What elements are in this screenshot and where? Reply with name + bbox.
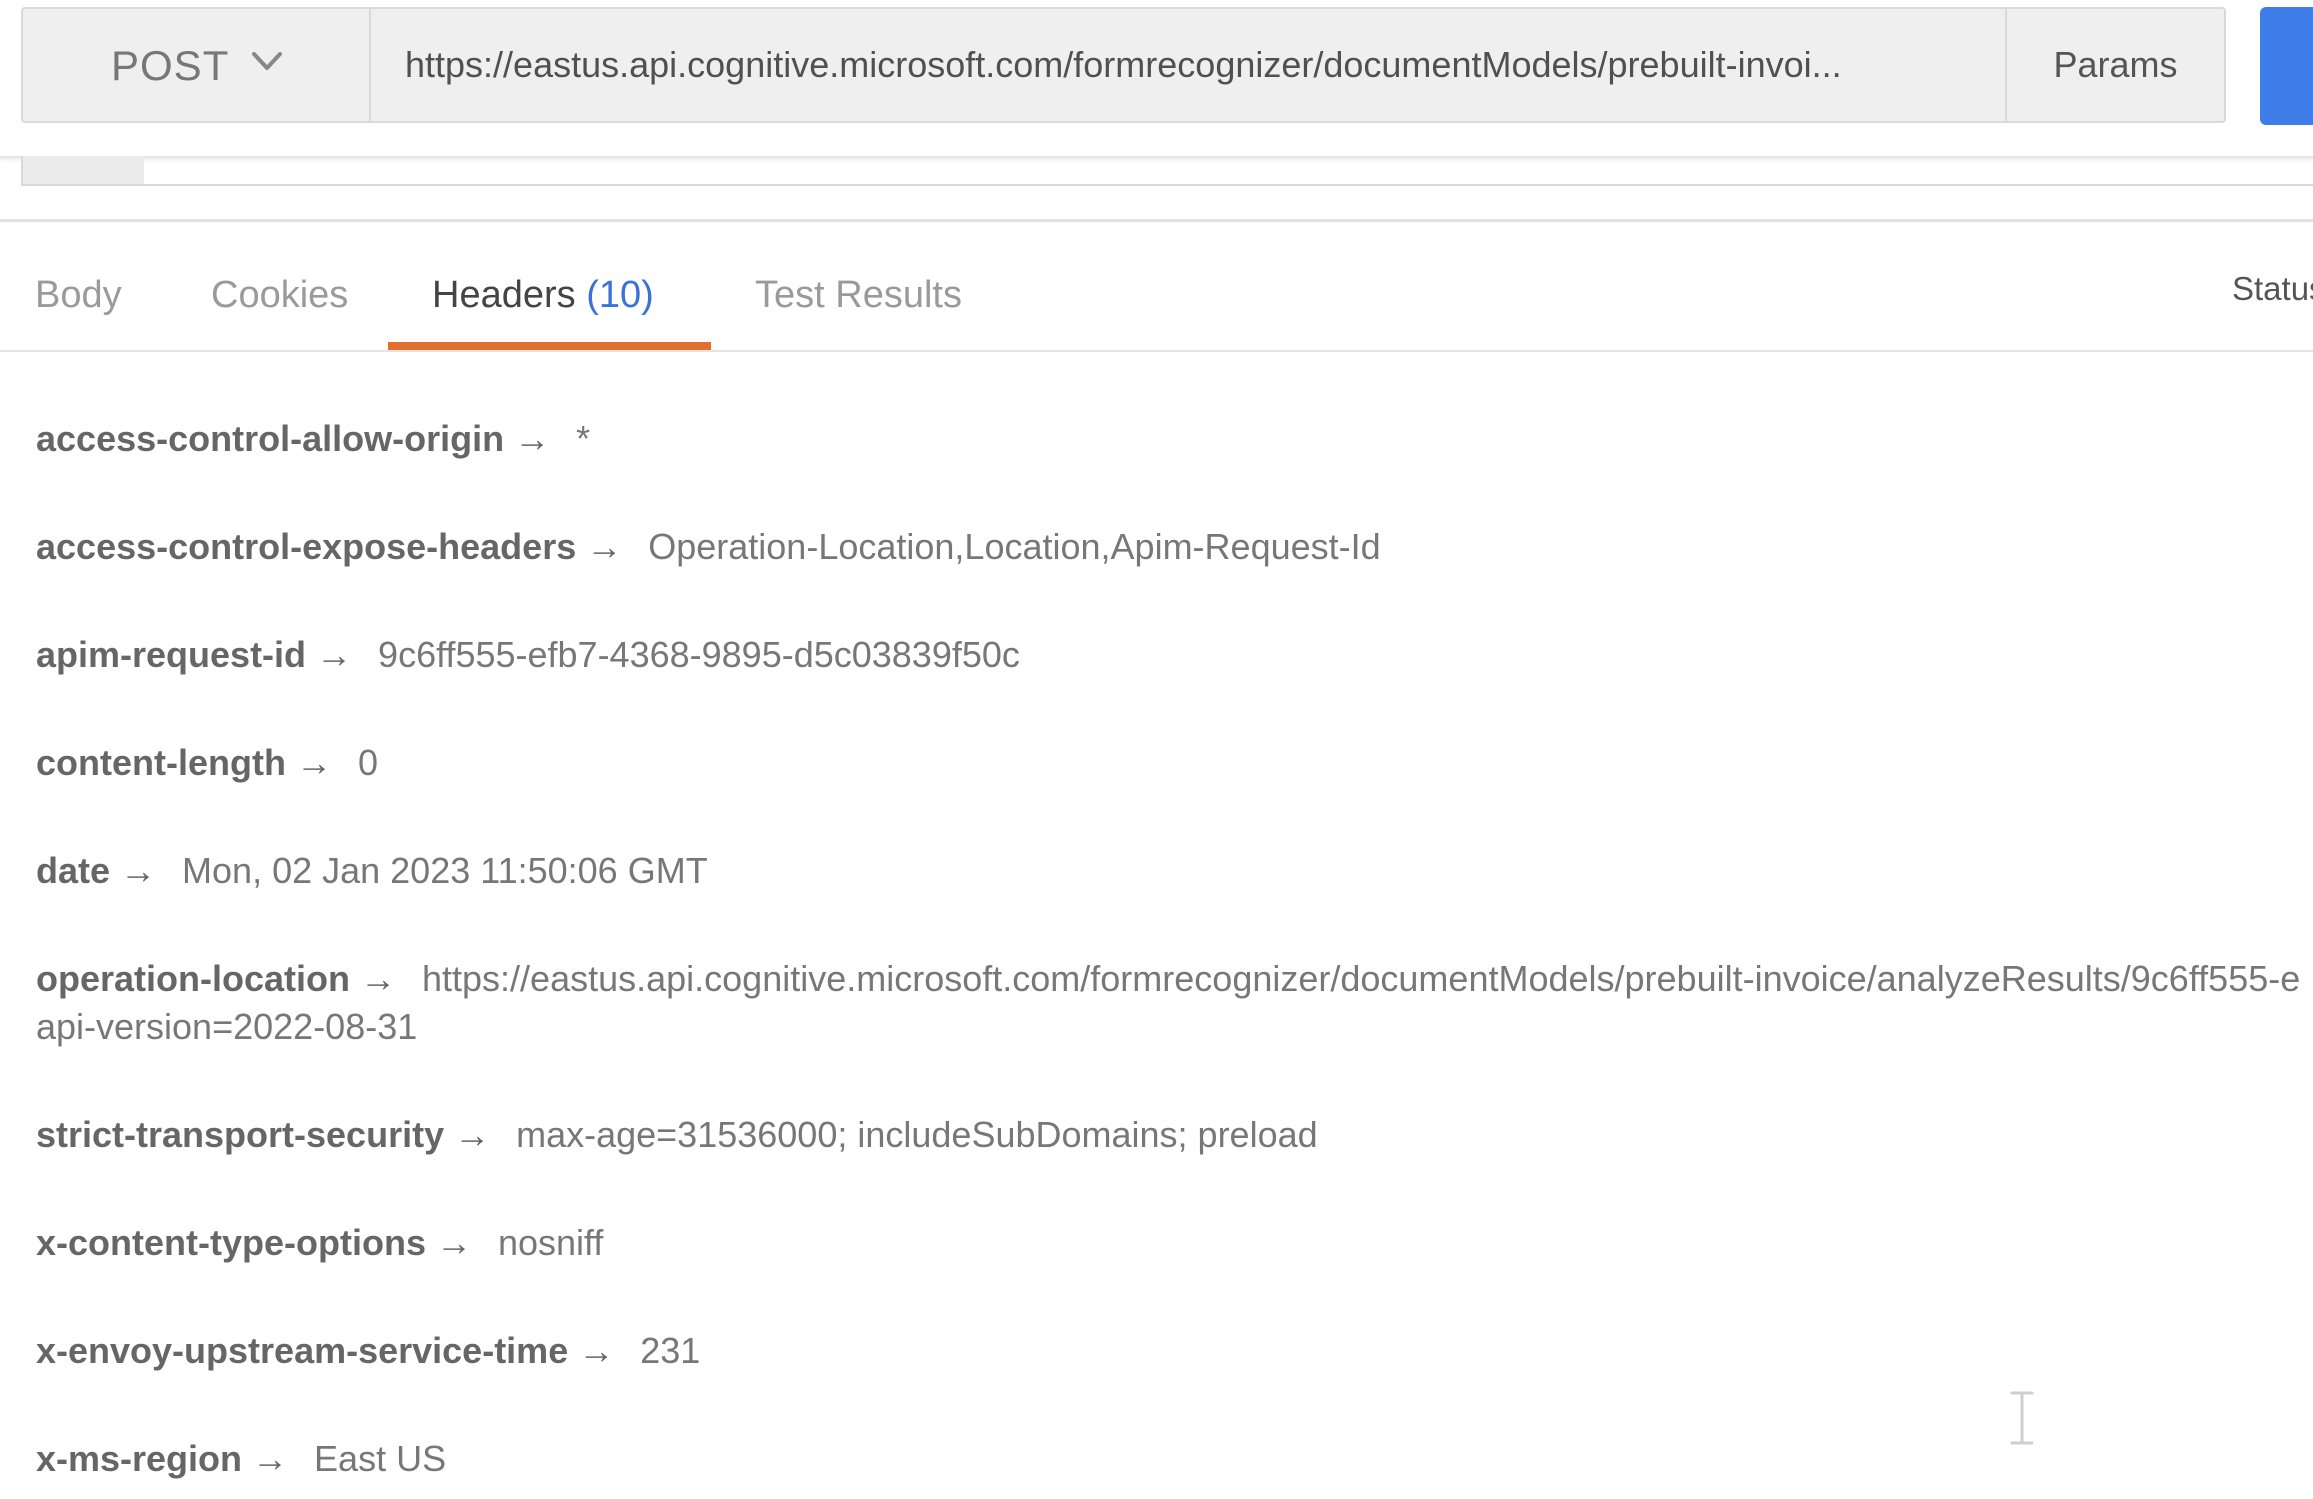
arrow-icon: → <box>316 634 353 675</box>
tab-headers-label: Headers <box>432 274 576 316</box>
arrow-icon: → <box>360 958 396 999</box>
header-value: 231 <box>640 1330 701 1371</box>
header-row: strict-transport-security → max-age=315360… <box>36 1114 1318 1156</box>
header-row: access-control-allow-origin → * <box>36 418 590 460</box>
params-button[interactable]: Params <box>2005 9 2224 121</box>
tab-test-results[interactable]: Test Results <box>755 274 962 317</box>
header-key: access-control-allow-origin <box>36 418 505 459</box>
header-key: operation-location <box>36 958 350 999</box>
header-key: date <box>36 850 111 891</box>
header-key: apim-request-id <box>36 634 307 675</box>
header-value: https://eastus.api.cognitive.microsoft.c… <box>422 958 2301 999</box>
arrow-icon: → <box>120 850 157 891</box>
arrow-icon: → <box>435 1222 472 1263</box>
chevron-down-icon <box>252 52 282 70</box>
request-bar: POST Params <box>0 0 2313 158</box>
method-label: POST <box>111 42 230 89</box>
header-value-continued: api-version=2022-08-31 <box>36 1006 418 1047</box>
arrow-icon: → <box>586 526 623 567</box>
method-dropdown[interactable]: POST <box>23 9 371 121</box>
url-input[interactable] <box>373 9 2003 121</box>
send-button[interactable] <box>2260 7 2313 125</box>
header-row: operation-location → https://eastus.api.co… <box>36 958 2300 1000</box>
header-row: apim-request-id → 9c6ff555-efb7-4368-9895-… <box>36 634 1020 676</box>
header-row: date → Mon, 02 Jan 2023 11:50:06 GMT <box>36 850 708 892</box>
header-value: 0 <box>357 742 378 783</box>
request-options-strip <box>21 156 2313 186</box>
header-row: x-content-type-options → nosniff <box>36 1222 603 1264</box>
response-tabs: Body Cookies Headers (10) Test Results S… <box>0 222 2313 352</box>
tab-headers[interactable]: Headers (10) <box>432 274 654 317</box>
header-value: Mon, 02 Jan 2023 11:50:06 GMT <box>182 850 708 891</box>
arrow-icon: → <box>514 418 551 459</box>
header-row: x-envoy-upstream-service-time → 231 <box>36 1330 700 1372</box>
request-option-tab[interactable] <box>23 156 144 184</box>
arrow-icon: → <box>578 1330 615 1371</box>
header-value: max-age=31536000; includeSubDomains; pre… <box>516 1114 1318 1155</box>
arrow-icon: → <box>252 1438 289 1479</box>
status-label: Status <box>2232 270 2313 307</box>
header-value: East US <box>314 1438 447 1479</box>
header-key: x-envoy-upstream-service-time <box>36 1330 569 1371</box>
header-row: content-length → 0 <box>36 742 378 784</box>
text-cursor-icon <box>2010 1391 2034 1445</box>
header-row: access-control-expose-headers → Operation-… <box>36 526 1381 568</box>
header-key: x-content-type-options <box>36 1222 426 1263</box>
headers-count: (10) <box>586 274 654 316</box>
header-key: content-length <box>36 742 286 783</box>
header-row: x-ms-region → East US <box>36 1438 446 1480</box>
header-value: 9c6ff555-efb7-4368-9895-d5c03839f50c <box>378 634 1020 675</box>
header-value: * <box>576 418 591 459</box>
header-value: Operation-Location,Location,Apim-Request… <box>648 526 1381 567</box>
active-tab-indicator <box>388 342 711 350</box>
header-value: nosniff <box>497 1222 604 1263</box>
header-key: x-ms-region <box>36 1438 243 1479</box>
arrow-icon: → <box>454 1114 491 1155</box>
header-key: access-control-expose-headers <box>36 526 577 567</box>
tab-body[interactable]: Body <box>35 274 122 317</box>
header-key: strict-transport-security <box>36 1114 445 1155</box>
tab-cookies[interactable]: Cookies <box>211 274 348 317</box>
url-group: POST Params <box>21 7 2226 123</box>
arrow-icon: → <box>295 742 332 783</box>
